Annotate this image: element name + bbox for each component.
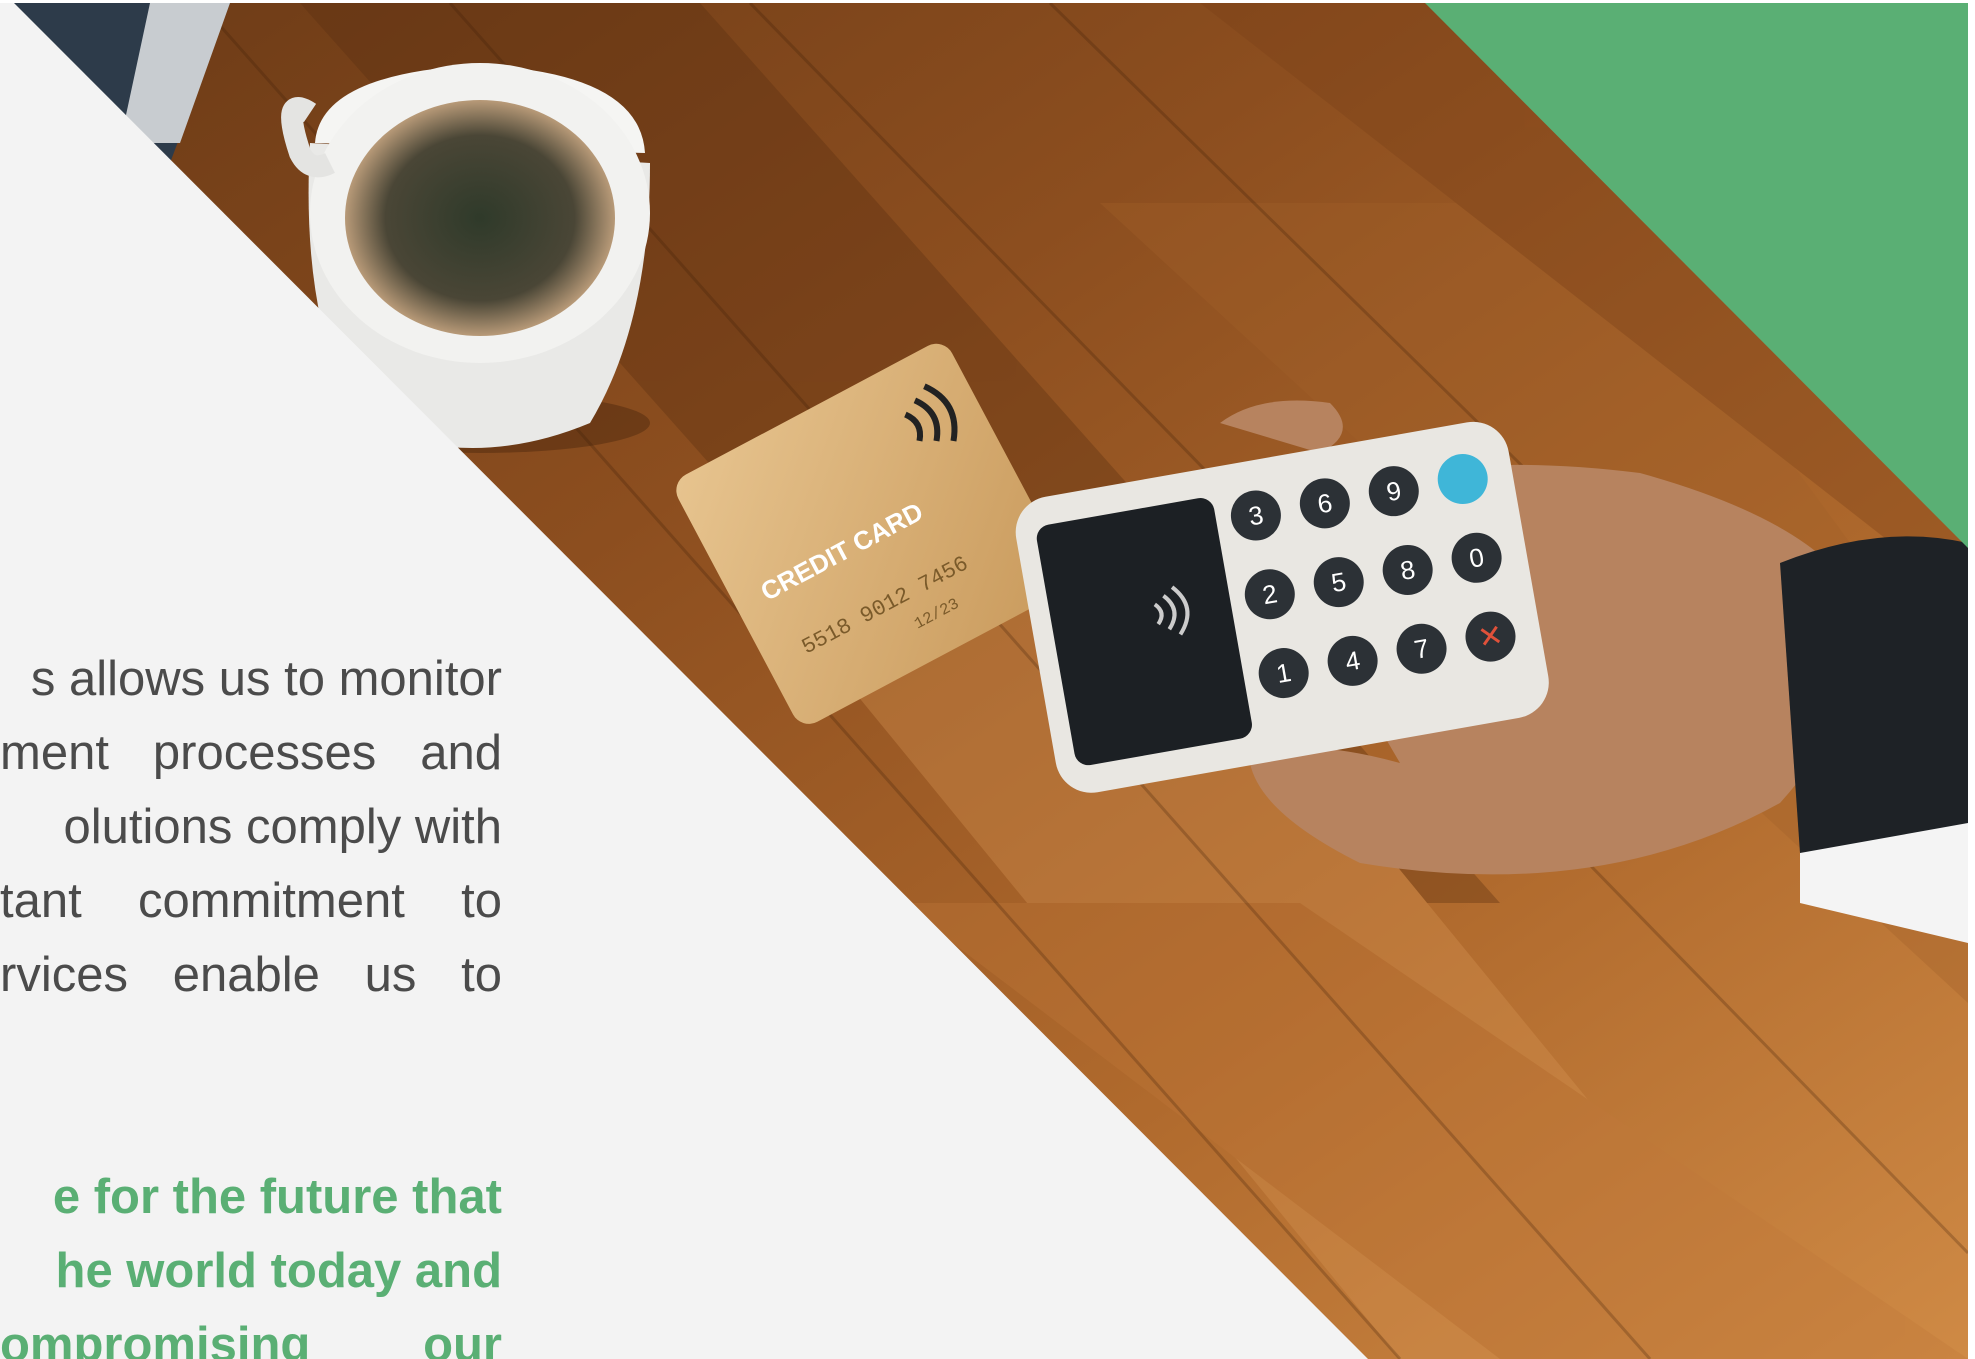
body-paragraph: s allows us to monitor ment processes an…: [0, 642, 502, 1012]
accent-paragraph: e for the future that he world today and…: [0, 1160, 502, 1359]
body-line: rvices enable us to: [0, 948, 502, 1002]
body-line: ment processes and: [0, 726, 502, 780]
body-line: tant commitment to: [0, 874, 502, 928]
accent-line: ompromising our: [0, 1318, 502, 1359]
body-line: olutions comply with: [63, 800, 502, 854]
accent-line: he world today and: [55, 1244, 502, 1298]
page: CREDIT CARD 5518 9012 7456 12/23 3 6 9 2…: [0, 0, 1975, 1359]
accent-line: e for the future that: [52, 1170, 502, 1224]
body-line: s allows us to monitor: [30, 652, 502, 706]
